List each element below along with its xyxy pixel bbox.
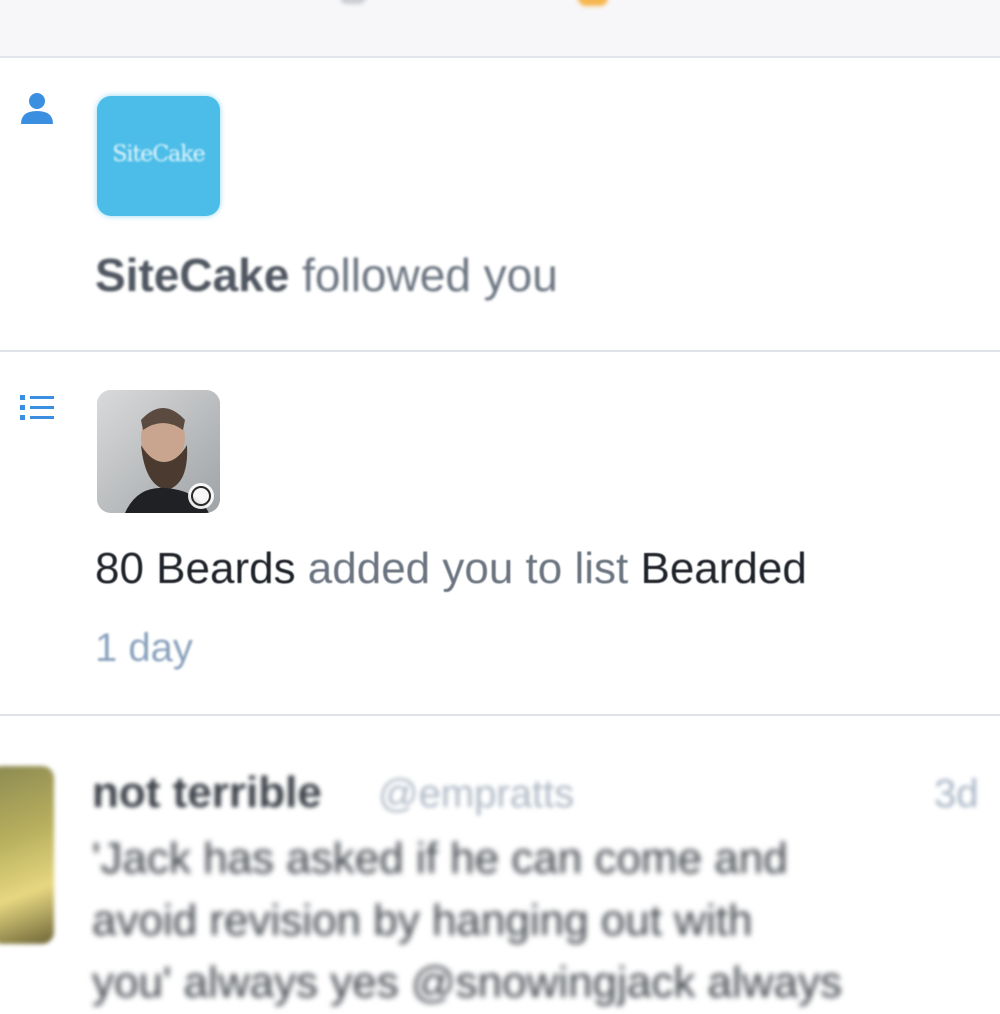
avatar-sitecake[interactable]: SiteCake xyxy=(97,96,220,216)
timestamp: 1 day xyxy=(95,626,193,670)
tweet-text-line: avoid revision by hanging out with xyxy=(92,896,753,945)
notification-list-add[interactable]: 80 Beards added you to list Bearded 1 da… xyxy=(0,352,1000,714)
list-icon xyxy=(18,392,58,424)
tweet-author-name[interactable]: not terrible xyxy=(92,768,322,818)
person-icon xyxy=(18,90,56,130)
action-text: followed you xyxy=(289,249,558,301)
tweet-author-handle[interactable]: @empratts xyxy=(378,772,574,817)
tab-icon-partial-highlight[interactable] xyxy=(578,0,608,6)
actor-name[interactable]: SiteCake xyxy=(95,249,289,301)
list-name[interactable]: Bearded xyxy=(640,544,806,593)
tab-bar-strip xyxy=(0,0,1000,58)
avatar-80-beards[interactable] xyxy=(97,390,220,513)
follow-text: SiteCake followed you xyxy=(95,248,558,302)
tweet-text: 'Jack has asked if he can come and avoid… xyxy=(92,828,992,1014)
tweet-text-line: you' always yes @snowingjack always xyxy=(92,958,843,1007)
tab-icon-partial[interactable] xyxy=(340,0,366,4)
tweet-timestamp: 3d xyxy=(934,772,979,816)
actor-name[interactable]: 80 Beards xyxy=(95,544,296,593)
action-text: added you to list xyxy=(295,544,641,593)
avatar-tweet-author[interactable] xyxy=(0,766,54,944)
tweet-text-line: 'Jack has asked if he can come and xyxy=(92,834,788,883)
notification-follow[interactable]: SiteCake SiteCake followed you xyxy=(0,58,1000,350)
list-add-text: 80 Beards added you to list Bearded xyxy=(95,544,807,594)
tweet[interactable]: not terrible @empratts 3d 'Jack has aske… xyxy=(0,716,1000,1007)
avatar-logo-text: SiteCake xyxy=(112,142,205,167)
